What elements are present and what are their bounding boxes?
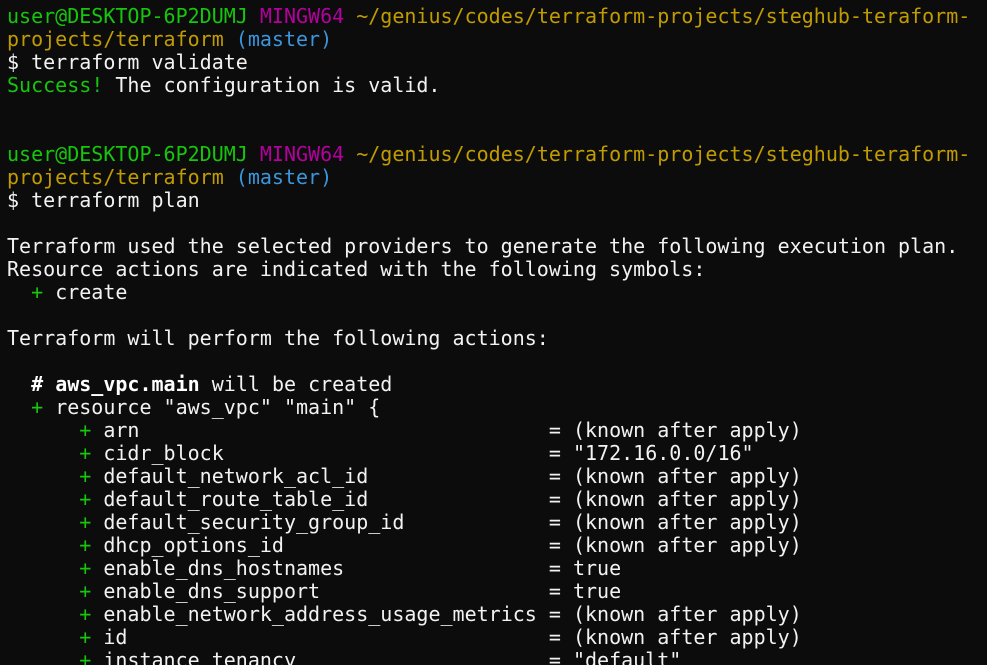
resource-decl-text: resource "aws_vpc" "main" { — [55, 395, 381, 419]
prompt-line-continued: projects/terraform (master) — [7, 28, 987, 51]
command-text: terraform validate — [31, 50, 248, 74]
plus-symbol: + — [79, 533, 92, 557]
plan-perform-heading: Terraform will perform the following act… — [7, 326, 549, 350]
plus-symbol: + — [79, 510, 92, 534]
attribute-name: enable_dns_support — [103, 579, 321, 603]
attribute-name: dhcp_options_id — [103, 533, 284, 557]
attribute-name: default_route_table_id — [103, 487, 369, 511]
attribute-name: instance_tenancy — [103, 648, 296, 665]
attribute-row: + default_security_group_id = (known aft… — [79, 510, 802, 534]
attribute-row: + id = (known after apply) — [79, 625, 802, 649]
attribute-row: + enable_dns_support = true — [79, 579, 622, 603]
attribute-name: id — [103, 625, 128, 649]
attribute-name: enable_network_address_usage_metrics — [103, 602, 537, 626]
attribute-row: + arn = (known after apply) — [79, 418, 802, 442]
command-line: $ terraform validate — [7, 51, 987, 74]
attribute-value: (known after apply) — [572, 464, 802, 488]
plan-symbols-heading: Resource actions are indicated with the … — [7, 257, 706, 281]
plus-symbol: + — [79, 602, 92, 626]
resource-status: will be created — [211, 372, 393, 396]
symbol-label: create — [55, 280, 128, 304]
plus-symbol: + — [79, 441, 92, 465]
prompt-line: user@DESKTOP-6P2DUMJ MINGW64 ~/genius/co… — [7, 5, 987, 28]
command-text: terraform plan — [31, 188, 200, 212]
attribute-row: + enable_dns_hostnames = true — [79, 556, 622, 580]
attribute-name: enable_dns_hostnames — [103, 556, 345, 580]
prompt-user-host: user@DESKTOP-6P2DUMJ — [7, 142, 248, 166]
attribute-row: + default_network_acl_id = (known after … — [79, 464, 802, 488]
plus-symbol: + — [31, 395, 44, 419]
attribute-row: + default_route_table_id = (known after … — [79, 487, 802, 511]
plus-symbol: + — [79, 648, 92, 665]
attribute-value: (known after apply) — [572, 625, 802, 649]
prompt-dollar: $ — [7, 188, 20, 212]
prompt-path: ~/genius/codes/terraform-projects/steghu… — [356, 142, 971, 166]
plan-symbol-create: + create — [7, 281, 987, 304]
prompt-branch: (master) — [235, 165, 333, 189]
prompt-system: MINGW64 — [259, 142, 345, 166]
attribute-value: "172.16.0.0/16" — [572, 441, 754, 465]
plus-symbol: + — [79, 625, 92, 649]
attribute-name: default_security_group_id — [103, 510, 405, 534]
attribute-row: + dhcp_options_id = (known after apply) — [79, 533, 802, 557]
prompt-branch: (master) — [235, 27, 333, 51]
command-line: $ terraform plan — [7, 189, 987, 212]
prompt-line: user@DESKTOP-6P2DUMJ MINGW64 ~/genius/co… — [7, 143, 987, 166]
plus-symbol: + — [79, 418, 92, 442]
success-label: Success! — [7, 73, 104, 97]
resource-comment: # aws_vpc.main will be created — [7, 373, 987, 396]
plan-intro: Terraform used the selected providers to… — [7, 234, 959, 258]
resource-declaration: + resource "aws_vpc" "main" { — [7, 396, 987, 419]
terminal-window[interactable]: user@DESKTOP-6P2DUMJ MINGW64 ~/genius/co… — [0, 0, 987, 665]
prompt-dollar: $ — [7, 50, 20, 74]
attribute-row: + instance_tenancy = "default" — [7, 649, 987, 665]
prompt-path-continued: projects/terraform — [7, 27, 224, 51]
attribute-value: (known after apply) — [572, 487, 802, 511]
attribute-row: + cidr_block = "172.16.0.0/16" — [79, 441, 754, 465]
attribute-value: (known after apply) — [572, 533, 802, 557]
prompt-path: ~/genius/codes/terraform-projects/steghu… — [356, 4, 971, 28]
plus-symbol: + — [79, 556, 92, 580]
attribute-name: cidr_block — [103, 441, 224, 465]
attribute-row: + enable_network_address_usage_metrics =… — [79, 602, 802, 626]
resource-hash: # — [31, 372, 44, 396]
prompt-user-host: user@DESKTOP-6P2DUMJ — [7, 4, 248, 28]
attribute-value: (known after apply) — [572, 510, 802, 534]
prompt-line-continued: projects/terraform (master) — [7, 166, 987, 189]
prompt-path-continued: projects/terraform — [7, 165, 224, 189]
success-message: The configuration is valid. — [103, 73, 441, 97]
plus-symbol: + — [31, 280, 44, 304]
attribute-value: true — [572, 579, 622, 603]
attribute-name: arn — [103, 418, 140, 442]
attribute-value: (known after apply) — [572, 418, 802, 442]
plus-symbol: + — [79, 464, 92, 488]
attribute-value: (known after apply) — [572, 602, 802, 626]
attribute-list: + arn = (known after apply) + cidr_block… — [7, 419, 987, 665]
attribute-value: true — [572, 556, 622, 580]
validate-result: Success! The configuration is valid. — [7, 74, 987, 97]
resource-address: aws_vpc.main — [55, 372, 200, 396]
prompt-system: MINGW64 — [259, 4, 345, 28]
plus-symbol: + — [79, 487, 92, 511]
attribute-name: default_network_acl_id — [103, 464, 369, 488]
attribute-value: "default" — [572, 648, 682, 665]
plus-symbol: + — [79, 579, 92, 603]
